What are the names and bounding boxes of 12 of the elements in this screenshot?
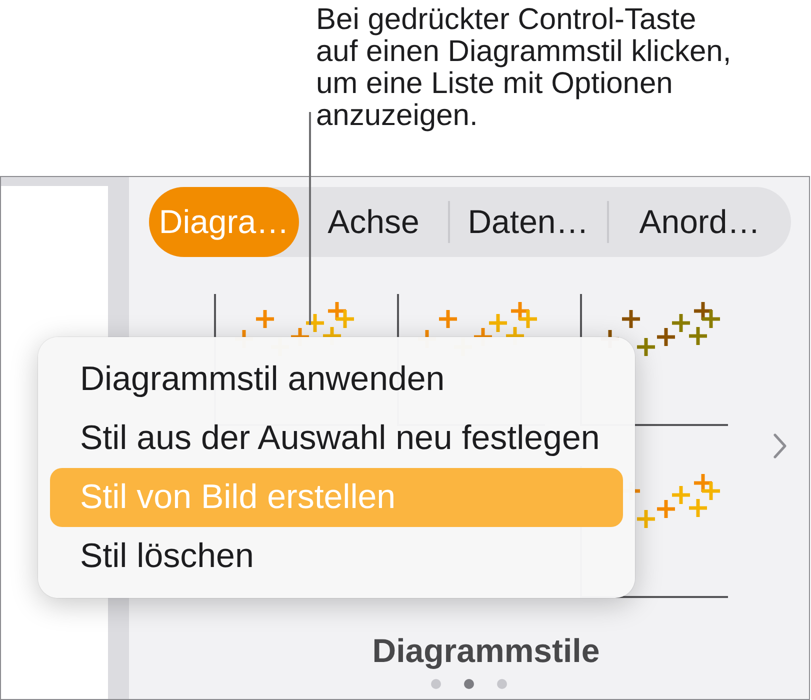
tab[interactable]: Anord… [608, 187, 791, 257]
menu-item[interactable]: Stil aus der Auswahl neu festlegen [50, 409, 623, 468]
tab[interactable]: Daten… [450, 187, 607, 257]
menu-item[interactable]: Stil löschen [50, 527, 623, 586]
page-dot-icon[interactable] [497, 679, 507, 689]
chevron-right-icon[interactable] [773, 433, 787, 459]
tab[interactable]: Achse [299, 187, 448, 257]
callout-text: Bei gedrückter Control-Taste auf einen Diagrammstil klicken, um eine Liste mit Optionen anzuzeigen. [316, 4, 732, 132]
page-dot-icon[interactable] [431, 679, 441, 689]
section-title: Diagrammstile [371, 635, 601, 667]
menu-item[interactable]: Diagrammstil anwenden [50, 350, 623, 409]
page-dot-icon[interactable] [464, 679, 474, 689]
